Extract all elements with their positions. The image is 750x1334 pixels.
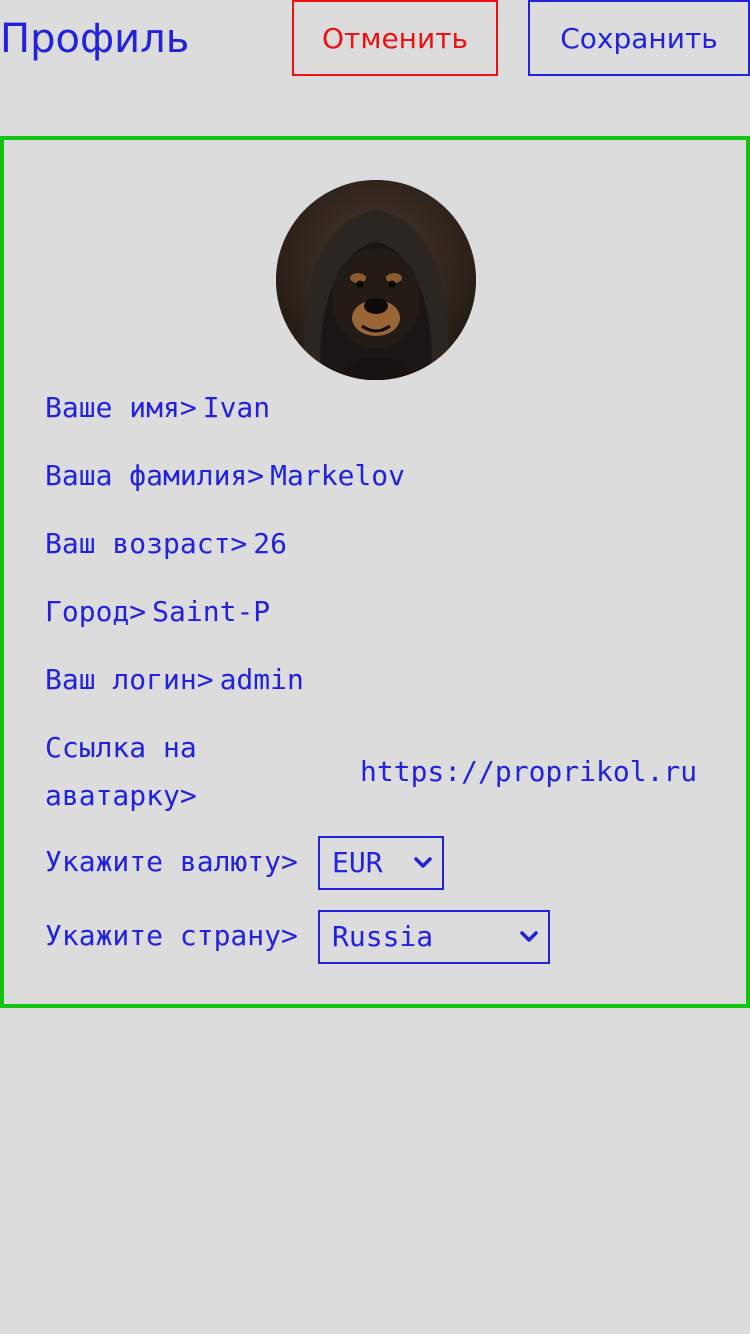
country-label: Укажите страну> <box>45 919 298 952</box>
dog-in-hood-icon <box>276 180 476 380</box>
surname-value[interactable]: Markelov <box>270 459 405 492</box>
cancel-button[interactable]: Отменить <box>292 0 498 76</box>
name-row: Ваше имя> Ivan <box>45 384 270 432</box>
name-value[interactable]: Ivan <box>203 391 270 424</box>
country-selected-value: Russia <box>332 920 434 953</box>
login-label: Ваш логин> <box>45 663 214 696</box>
avatar-link-label: Ссылка на аватарку> <box>45 731 197 812</box>
city-value[interactable]: Saint-P <box>152 595 270 628</box>
currency-selected-value: EUR <box>332 846 383 879</box>
city-label: Город> <box>45 595 147 628</box>
age-row: Ваш возраст> 26 <box>45 520 287 568</box>
surname-label: Ваша фамилия> <box>45 459 265 492</box>
profile-panel: Ваше имя> Ivan Ваша фамилия> Markelov Ваш … <box>0 136 750 1008</box>
login-value[interactable]: admin <box>220 663 304 696</box>
name-label: Ваше имя> <box>45 391 197 424</box>
currency-label: Укажите валюту> <box>45 845 298 878</box>
login-row: Ваш логин> admin <box>45 656 304 704</box>
country-select[interactable]: Russia <box>318 910 550 964</box>
age-label: Ваш возраст> <box>45 527 248 560</box>
page-title: Профиль <box>0 16 190 62</box>
save-button[interactable]: Сохранить <box>528 0 750 76</box>
chevron-down-icon <box>520 931 538 942</box>
avatar-link-value[interactable]: https://proprikol.ru <box>360 748 698 796</box>
city-row: Город> Saint-P <box>45 588 270 636</box>
surname-row: Ваша фамилия> Markelov <box>45 452 405 500</box>
avatar <box>276 180 476 380</box>
currency-select[interactable]: EUR <box>318 836 444 890</box>
chevron-down-icon <box>414 857 432 868</box>
age-value[interactable]: 26 <box>253 527 287 560</box>
